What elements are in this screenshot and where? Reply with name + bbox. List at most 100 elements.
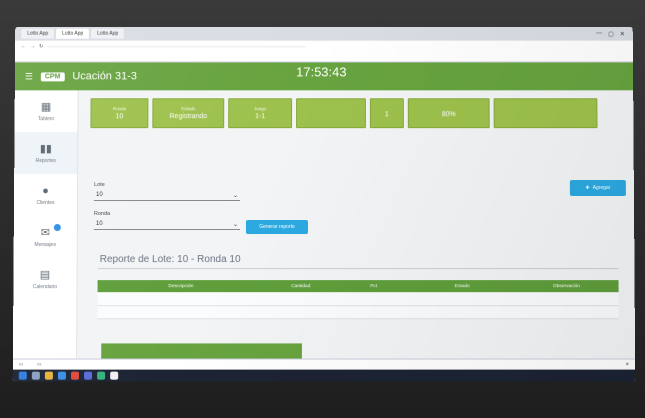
column-header: Observación <box>514 280 619 293</box>
mail-icon: ✉ <box>40 227 50 240</box>
chrome-icon[interactable] <box>70 371 80 380</box>
sidebar-item-label: Reportes <box>35 158 56 165</box>
table-cell <box>264 292 338 306</box>
notification-badge <box>53 224 61 232</box>
card-value: 1 <box>384 110 389 118</box>
column-header: Pct <box>337 280 411 293</box>
table-cell <box>337 292 411 306</box>
file-explorer-icon[interactable] <box>44 371 53 380</box>
app-title: Ucación 31-3 <box>72 70 137 83</box>
column-header: Descripción <box>97 280 265 293</box>
app-icon[interactable] <box>110 371 119 380</box>
sidebar-item-calendar[interactable]: ▤ Calendario <box>13 258 76 300</box>
status-card: Ronda 10 <box>90 98 149 129</box>
search-icon[interactable] <box>31 371 40 380</box>
generate-report-button[interactable]: Generar reporte <box>245 220 308 235</box>
sidebar-item-label: Clientes <box>36 199 55 206</box>
table-row[interactable] <box>97 292 619 306</box>
reload-icon[interactable]: ↻ <box>39 44 43 50</box>
windows-start-icon[interactable] <box>18 371 27 380</box>
ronda-label: Ronda <box>93 210 111 218</box>
ronda-select[interactable]: 10 ⌄ <box>93 219 240 231</box>
sidebar-item-label: Tablero <box>37 116 55 123</box>
monitor-bezel: Lotto App Lotto App Lotto App — ▢ ✕ ← → … <box>0 0 645 418</box>
lote-label: Lote <box>94 182 105 189</box>
sidebar-item-dashboard[interactable]: ▦ Tablero <box>15 90 78 132</box>
download-file-icon[interactable]: ▭ <box>19 362 23 368</box>
menu-icon[interactable]: ☰ <box>21 71 37 82</box>
card-label: Estado <box>181 106 196 112</box>
calendar-icon: ▤ <box>39 269 51 282</box>
chevron-down-icon: ⌄ <box>232 192 239 199</box>
card-label: Ronda <box>112 106 127 112</box>
card-value: Registrando <box>169 113 208 121</box>
bookmarks-bar <box>15 52 633 63</box>
download-file-icon[interactable]: ▭ <box>37 362 41 368</box>
browser-tabbar: Lotto App Lotto App Lotto App — ▢ ✕ <box>15 26 633 41</box>
sidebar-item-label: Mensajes <box>34 242 56 249</box>
app-logo: CPM <box>40 71 65 81</box>
table-header-row: Descripción Cantidad Pct Estado Observac… <box>97 280 619 293</box>
maximize-icon[interactable]: ▢ <box>608 30 614 37</box>
clock: 17:53:43 <box>296 64 347 80</box>
user-icon: ● <box>42 184 49 197</box>
status-card: Juego 1-1 <box>228 98 293 129</box>
lote-value: 10 <box>96 192 103 199</box>
status-card <box>296 98 366 129</box>
status-card: 1 <box>369 98 404 129</box>
column-header: Cantidad <box>264 280 338 293</box>
table-cell <box>337 305 411 319</box>
sidebar-item-clients[interactable]: ● Clientes <box>14 174 77 216</box>
table-cell <box>410 305 515 319</box>
close-icon[interactable]: ✕ <box>620 30 625 37</box>
dashboard-icon: ▦ <box>40 101 52 114</box>
browser-tab[interactable]: Lotto App <box>21 28 55 39</box>
status-card: 80% <box>407 98 490 129</box>
window-controls: — ▢ ✕ <box>596 30 633 37</box>
column-header: Estado <box>410 280 515 293</box>
app-icon[interactable] <box>84 371 93 380</box>
browser-tab-active[interactable]: Lotto App <box>56 28 90 39</box>
app-icon[interactable] <box>97 371 106 380</box>
table-cell <box>97 305 265 319</box>
browser-tab[interactable]: Lotto App <box>91 28 125 39</box>
status-cards: Ronda 10 Estado Registrando Juego 1-1 1 … <box>90 98 598 129</box>
close-icon[interactable]: ✕ <box>625 362 629 368</box>
lote-select[interactable]: 10 ⌄ <box>94 190 241 202</box>
status-card: Estado Registrando <box>152 98 225 129</box>
chevron-down-icon: ⌄ <box>232 221 238 228</box>
divider <box>97 268 619 270</box>
back-icon[interactable]: ← <box>21 44 26 50</box>
plus-icon: ✚ <box>585 185 590 192</box>
screen: Lotto App Lotto App Lotto App — ▢ ✕ ← → … <box>12 26 636 382</box>
card-value: 1-1 <box>255 113 266 121</box>
edge-icon[interactable] <box>57 371 66 380</box>
app-header: ☰ CPM Ucación 31-3 17:53:43 <box>14 62 634 91</box>
card-value: 80% <box>441 110 456 118</box>
minimize-icon[interactable]: — <box>596 30 602 37</box>
sidebar-item-reports[interactable]: ▮▮ Reportes <box>14 132 78 175</box>
table-cell <box>514 292 619 306</box>
card-value: 10 <box>115 113 124 121</box>
table-cell <box>97 292 265 306</box>
forward-icon[interactable]: → <box>30 44 35 50</box>
card-label: Juego <box>254 106 267 112</box>
table-row[interactable] <box>97 305 619 319</box>
table-cell <box>410 292 515 306</box>
taskbar <box>12 369 636 382</box>
report-table: Descripción Cantidad Pct Estado Observac… <box>97 280 619 319</box>
add-button[interactable]: ✚ Agregar <box>569 180 626 197</box>
chart-icon: ▮▮ <box>39 143 52 156</box>
status-card <box>493 98 598 129</box>
main-content: Ronda 10 Estado Registrando Juego 1-1 1 … <box>77 90 635 366</box>
table-cell <box>514 305 619 319</box>
report-title: Reporte de Lote: 10 - Ronda 10 <box>99 254 241 266</box>
address-bar-row: ← → ↻ <box>15 40 633 53</box>
table-cell <box>264 305 338 319</box>
sidebar-item-messages[interactable]: ✉ Mensajes <box>14 216 77 258</box>
ronda-value: 10 <box>95 221 103 228</box>
downloads-bar: ▭ ▭ ✕ <box>12 358 636 370</box>
sidebar-item-label: Calendario <box>32 284 58 291</box>
sidebar: ▦ Tablero ▮▮ Reportes ● Clientes ✉ Mensa… <box>12 90 79 359</box>
address-bar[interactable] <box>47 45 307 48</box>
